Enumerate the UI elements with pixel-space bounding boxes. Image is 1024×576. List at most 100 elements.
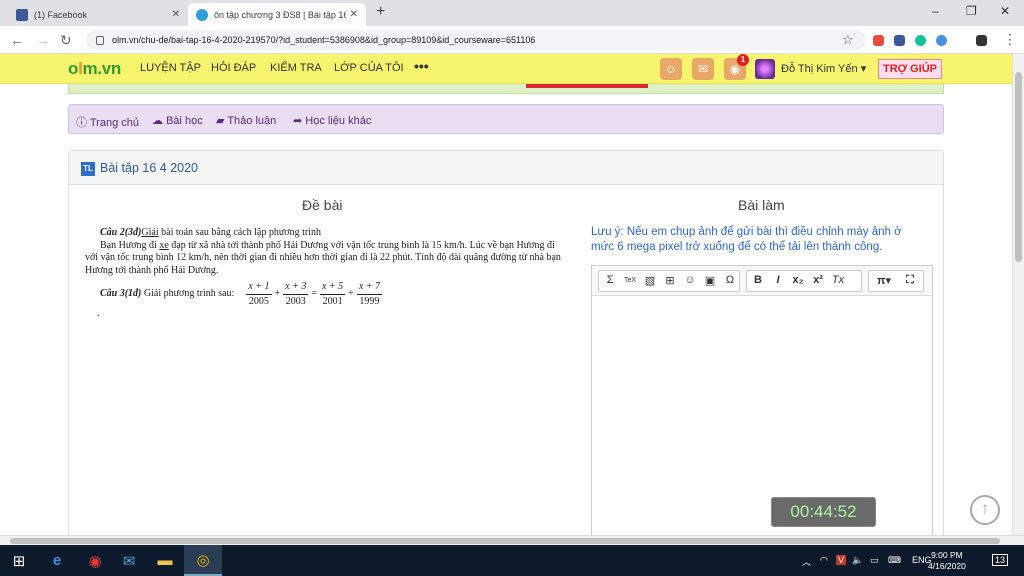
url-text: olm.vn/chu-de/bai-tap-16-4-2020-219570/?…: [112, 35, 536, 45]
panel-header: TL Bài tập 16 4 2020: [69, 151, 943, 185]
windows-taskbar: ⊞ e ◉ ✉ ▬ ◎ ︿ ◠ V 🔈 ▭ ⌨ ENG 9:00 PM 4/16/…: [0, 545, 1024, 576]
fullscreen-icon[interactable]: ⛶: [903, 274, 917, 287]
fraction: x + 5 2001: [319, 281, 346, 307]
nav-luyen-tap[interactable]: LUYỆN TẬP: [140, 62, 201, 74]
more-menu-icon[interactable]: •••: [414, 58, 429, 74]
upload-note: Lưu ý: Nếu em chụp ảnh để gửi bài thì đi…: [591, 226, 902, 253]
media-icon[interactable]: ▣: [703, 274, 717, 287]
exercise-panel: TL Bài tập 16 4 2020 Đề bài Bài làm Câu …: [68, 150, 944, 535]
profile-icon[interactable]: [976, 35, 987, 46]
battery-icon[interactable]: ▭: [870, 555, 879, 566]
countdown-timer: 00:44:52: [771, 497, 876, 527]
book-icon: ▰: [216, 115, 228, 127]
fraction: x + 7 1999: [356, 281, 382, 307]
wifi-icon[interactable]: ◠: [820, 555, 828, 566]
close-window-button[interactable]: ✕: [1000, 4, 1010, 18]
clock[interactable]: 9:00 PM 4/16/2020: [928, 550, 966, 572]
answer-heading: Bài làm: [738, 197, 785, 213]
tab-olm[interactable]: ôn tập chương 3 ĐS8 | Bài tập 16 ✕: [188, 3, 366, 26]
olm-logo[interactable]: olm.vn: [68, 59, 121, 79]
share-icon: ➦: [293, 115, 306, 127]
red-button[interactable]: [526, 84, 648, 88]
extension-icon[interactable]: [873, 35, 884, 46]
superscript-icon[interactable]: x²: [811, 274, 825, 286]
problem-heading: Đề bài: [302, 197, 343, 213]
tray-expand-icon[interactable]: ︿: [802, 555, 811, 568]
messages-icon[interactable]: ✉: [692, 58, 714, 80]
chat-icon: ☁: [152, 115, 167, 127]
maximize-button[interactable]: ❐: [966, 4, 977, 18]
site-header: olm.vn LUYỆN TẬP HỎI ĐÁP KIỂM TRA LỚP CỦ…: [0, 54, 1012, 84]
url-bar[interactable]: olm.vn/chu-de/bai-tap-16-4-2020-219570/?…: [86, 30, 866, 50]
problem-content: Câu 2(3đ)Giải bài toán sau bằng cách lập…: [85, 227, 561, 319]
volume-icon[interactable]: 🔈: [852, 555, 863, 566]
chrome-icon[interactable]: ◎: [184, 545, 222, 576]
toolbar-group: Σ TeX ▧ ⊞ ☺ ▣ Ω: [598, 270, 740, 292]
nav-hoi-dap[interactable]: HỎI ĐÁP: [211, 62, 256, 74]
bold-icon[interactable]: B: [751, 274, 765, 286]
omega-icon[interactable]: Ω: [723, 274, 737, 286]
nav-trang-chu[interactable]: ⓘ Trang chủ: [76, 114, 139, 130]
toolbar-group: B I x₂ x² Tx: [746, 270, 862, 292]
tab-label: ôn tập chương 3 ĐS8 | Bài tập 16: [214, 9, 346, 20]
file-explorer-icon[interactable]: ▬: [146, 545, 184, 576]
help-button[interactable]: TRỢ GIÚP: [878, 59, 942, 79]
bookmark-star-icon[interactable]: ☆: [842, 32, 854, 48]
course-nav-bar: ⓘ Trang chủ ☁ Bài học ▰ Thảo luận ➦ Học …: [68, 104, 944, 134]
lock-icon: [96, 35, 104, 45]
tab-label: (1) Facebook: [34, 9, 88, 20]
friends-icon[interactable]: ☺: [660, 58, 682, 80]
forward-arrow-icon[interactable]: →: [36, 32, 50, 48]
minimize-button[interactable]: –: [932, 4, 939, 18]
clear-format-icon[interactable]: Tx: [831, 274, 845, 286]
facebook-icon: [16, 8, 28, 21]
user-menu[interactable]: Đỗ Thị Kim Yến ▾: [781, 62, 866, 75]
back-arrow-icon[interactable]: ←: [10, 32, 24, 48]
cloud-icon: [196, 8, 208, 21]
fraction: x + 1 2005: [246, 281, 272, 307]
nav-thao-luan[interactable]: ▰ Thảo luận: [216, 114, 276, 127]
emoji-icon[interactable]: ☺: [683, 274, 697, 286]
notification-center-icon[interactable]: 13: [992, 554, 1009, 566]
tab-facebook[interactable]: (1) Facebook ✕: [8, 3, 188, 26]
browser-tab-bar: (1) Facebook ✕ ôn tập chương 3 ĐS8 | Bài…: [0, 0, 1024, 26]
info-banner: [68, 84, 944, 94]
scroll-top-button[interactable]: ↑: [970, 495, 1000, 525]
fraction: x + 3 2003: [283, 281, 309, 307]
nav-lop-cua-toi[interactable]: LỚP CỦA TÔI: [334, 62, 404, 74]
nav-hoc-lieu-khac[interactable]: ➦ Học liệu khác: [293, 114, 371, 127]
tex-icon[interactable]: TeX: [623, 277, 637, 284]
edge-icon[interactable]: e: [38, 545, 76, 576]
extension-icon[interactable]: [936, 35, 947, 46]
new-tab-button[interactable]: +: [376, 3, 385, 21]
notification-badge: 1: [737, 54, 749, 66]
subscript-icon[interactable]: x₂: [791, 274, 805, 286]
italic-icon[interactable]: I: [771, 274, 785, 286]
info-icon: ⓘ: [76, 117, 90, 129]
menu-dots-icon[interactable]: ⋮: [1003, 31, 1017, 48]
math-dropdown-icon[interactable]: π▾: [873, 274, 895, 287]
start-windows-icon[interactable]: ⊞: [0, 545, 38, 576]
close-tab-icon[interactable]: ✕: [172, 9, 180, 20]
keyboard-icon[interactable]: ⌨: [888, 555, 901, 566]
vertical-scrollbar[interactable]: [1012, 54, 1024, 535]
answer-editor[interactable]: Σ TeX ▧ ⊞ ☺ ▣ Ω B I x₂ x² Tx π▾ ⛶: [591, 265, 933, 535]
app-icon[interactable]: ◉: [76, 545, 114, 576]
reload-icon[interactable]: ↻: [60, 32, 72, 49]
sum-icon[interactable]: Σ: [603, 274, 617, 286]
image-icon[interactable]: ▧: [643, 274, 657, 287]
page-title: Bài tập 16 4 2020: [100, 161, 198, 175]
mail-icon[interactable]: ✉: [110, 545, 148, 576]
tray-app-icon[interactable]: V: [836, 555, 847, 565]
close-tab-icon[interactable]: ✕: [350, 9, 358, 20]
nav-bai-hoc[interactable]: ☁ Bài học: [152, 114, 203, 127]
table-icon[interactable]: ⊞: [663, 274, 677, 287]
nav-kiem-tra[interactable]: KIỂM TRA: [270, 62, 322, 74]
grammarly-icon[interactable]: [915, 35, 926, 46]
address-toolbar: ← → ↻ olm.vn/chu-de/bai-tap-16-4-2020-21…: [0, 26, 1024, 54]
facebook-extension-icon[interactable]: [894, 35, 905, 46]
web-page: olm.vn LUYỆN TẬP HỎI ĐÁP KIỂM TRA LỚP CỦ…: [0, 54, 1012, 535]
avatar[interactable]: [755, 59, 775, 79]
editor-toolbar: Σ TeX ▧ ⊞ ☺ ▣ Ω B I x₂ x² Tx π▾ ⛶: [592, 266, 932, 296]
horizontal-scrollbar[interactable]: [0, 535, 1024, 545]
